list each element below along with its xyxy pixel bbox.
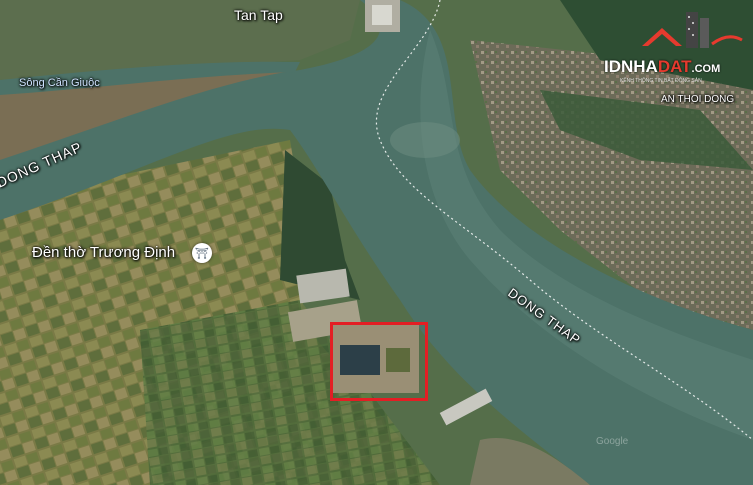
place-label-den-tho-truong-dinh[interactable]: Đền thờ Trương Định (32, 244, 175, 261)
logo-part1: IDNHA (604, 57, 658, 76)
logo-suffix: .COM (691, 63, 721, 75)
satellite-map[interactable]: Tan Tap Sông Cần Giuộc Đền thờ Trương Đị… (0, 0, 753, 485)
place-label-tan-tap[interactable]: Tan Tap (234, 7, 283, 23)
google-watermark: Google (596, 436, 629, 447)
place-label-an-thoi-dong[interactable]: AN THOI DONG (661, 94, 734, 105)
temple-glyph: ⛩ (195, 246, 209, 260)
place-label-song-can-giuoc[interactable]: Sông Cần Giuộc (19, 77, 100, 89)
logo-wordmark: IDNHADAT.COM (604, 57, 720, 77)
highlight-box (330, 322, 428, 401)
logo-tagline: KÊNH THÔNG TIN BẤT ĐỘNG SẢN (620, 78, 702, 84)
logo-part2: DAT (657, 57, 692, 76)
temple-icon[interactable]: ⛩ (192, 243, 212, 263)
